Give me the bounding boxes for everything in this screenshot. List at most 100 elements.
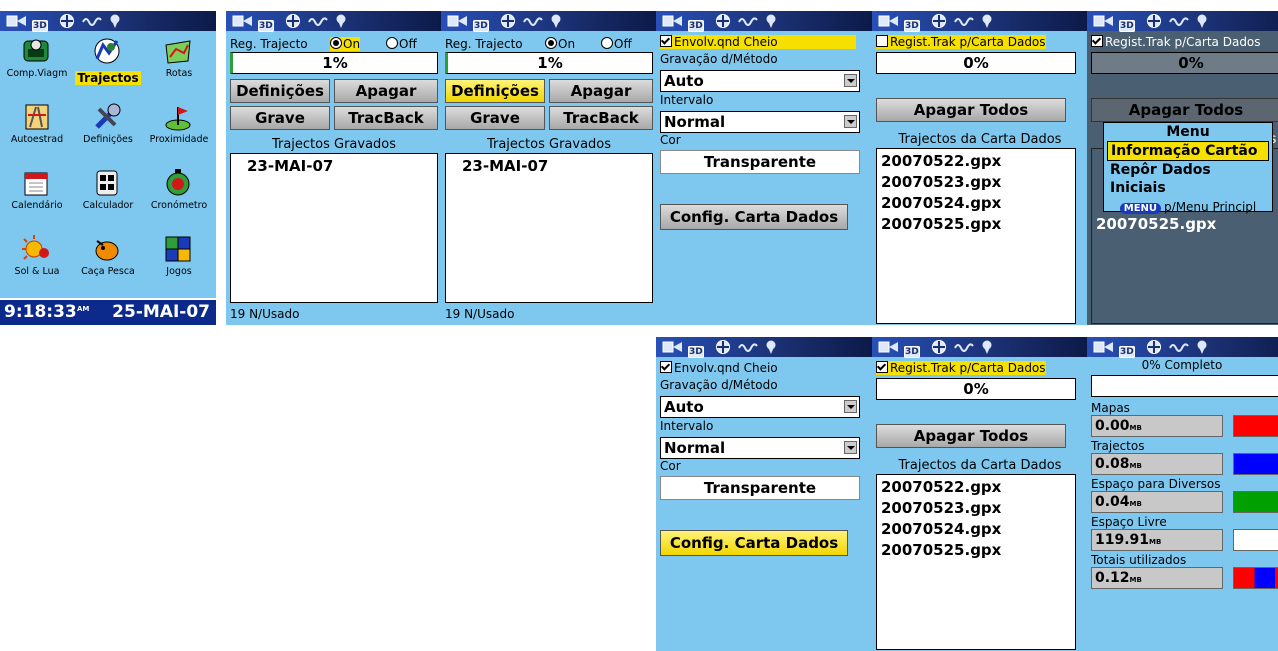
rectangle-arrow-icon[interactable]	[662, 13, 684, 29]
3d-map-icon[interactable]: 3D	[688, 339, 704, 358]
compass-icon[interactable]	[714, 339, 732, 355]
compass-icon[interactable]	[499, 13, 517, 29]
record-method-select[interactable]: Auto	[660, 396, 860, 418]
rectangle-arrow-icon[interactable]	[878, 13, 900, 29]
track-wave-icon[interactable]	[738, 13, 758, 29]
color-field[interactable]: Transparente	[660, 476, 860, 500]
map-pin-icon[interactable]	[764, 339, 778, 355]
track-wave-icon[interactable]	[954, 13, 974, 29]
list-item[interactable]: 20070523.gpx	[877, 498, 1075, 519]
compass-icon[interactable]	[284, 13, 302, 29]
rectangle-arrow-icon[interactable]	[6, 13, 28, 29]
menu-item-routes[interactable]: Rotas	[144, 35, 214, 79]
menu-item-trip-computer[interactable]: Comp.Viagm	[2, 35, 72, 79]
list-item[interactable]: 20070524.gpx	[877, 519, 1075, 540]
menu-item-reset-defaults[interactable]: Repôr Dados Iniciais	[1107, 161, 1269, 197]
track-wave-icon[interactable]	[523, 13, 543, 29]
list-item[interactable]: 23-MAI-07	[231, 156, 437, 177]
track-log-on-option[interactable]: On	[545, 37, 575, 51]
map-pin-icon[interactable]	[980, 339, 994, 355]
interval-select[interactable]: Normal	[660, 437, 860, 459]
rectangle-arrow-icon[interactable]	[1093, 339, 1115, 355]
data-card-setup-button[interactable]: Config. Carta Dados	[660, 530, 848, 556]
save-button[interactable]: Grave	[445, 106, 545, 130]
card-log-option[interactable]: Regist.Trak p/Carta Dados	[876, 361, 1046, 375]
track-wave-icon[interactable]	[82, 13, 102, 29]
list-item[interactable]: 20070522.gpx	[877, 151, 1075, 172]
3d-map-icon[interactable]: 3D	[688, 13, 704, 32]
wrap-when-full-option[interactable]: Envolv.qnd Cheio	[660, 35, 856, 49]
menu-item-proximity[interactable]: Proximidade	[144, 101, 214, 145]
card-tracks-header: Trajectos da Carta Dados	[898, 132, 1062, 147]
3d-map-icon[interactable]: 3D	[1119, 13, 1135, 32]
compass-icon[interactable]	[714, 13, 732, 29]
list-item[interactable]: 20070522.gpx	[877, 477, 1075, 498]
data-card-setup-button[interactable]: Config. Carta Dados	[660, 204, 848, 230]
3d-map-icon[interactable]: 3D	[258, 13, 274, 32]
settings-button[interactable]: Definições	[230, 79, 330, 103]
track-log-off-option[interactable]: Off	[601, 37, 632, 51]
map-pin-icon[interactable]	[108, 13, 122, 29]
list-item[interactable]: 20070524.gpx	[877, 193, 1075, 214]
color-field[interactable]: Transparente	[660, 150, 860, 174]
3d-map-icon[interactable]: 3D	[32, 13, 48, 32]
track-log-on-option[interactable]: On	[330, 37, 361, 51]
compass-icon[interactable]	[1145, 339, 1163, 355]
delete-button[interactable]: Apagar	[334, 79, 438, 103]
rectangle-arrow-icon[interactable]	[878, 339, 900, 355]
list-item[interactable]: 20070523.gpx	[877, 172, 1075, 193]
settings-button[interactable]: Definições	[445, 79, 545, 103]
track-wave-icon[interactable]	[738, 339, 758, 355]
rectangle-arrow-icon[interactable]	[1093, 13, 1115, 29]
record-method-select[interactable]: Auto	[660, 70, 860, 92]
menu-item-calculator[interactable]: Calculador	[73, 167, 143, 211]
list-item[interactable]: 23-MAI-07	[446, 156, 652, 177]
menu-item-highway[interactable]: Autoestrad	[2, 101, 72, 145]
3d-map-icon[interactable]: 3D	[1119, 339, 1135, 358]
delete-all-button[interactable]: Apagar Todos	[876, 424, 1066, 448]
card-log-option[interactable]: Regist.Trak p/Carta Dados	[876, 35, 1046, 49]
delete-button[interactable]: Apagar	[549, 79, 653, 103]
map-pin-icon[interactable]	[764, 13, 778, 29]
list-item[interactable]: 20070525.gpx	[877, 540, 1075, 561]
rectangle-arrow-icon[interactable]	[447, 13, 469, 29]
delete-all-button[interactable]: Apagar Todos	[876, 98, 1066, 122]
menu-item-stopwatch[interactable]: Cronómetro	[144, 167, 214, 211]
list-item[interactable]: 20070525.gpx	[1092, 214, 1278, 235]
track-wave-icon[interactable]	[954, 339, 974, 355]
track-wave-icon[interactable]	[1169, 13, 1189, 29]
track-wave-icon[interactable]	[1169, 339, 1189, 355]
3d-map-icon[interactable]: 3D	[904, 339, 920, 358]
menu-item-calendar[interactable]: Calendário	[2, 167, 72, 211]
menu-item-settings[interactable]: Definições	[73, 101, 143, 145]
compass-icon[interactable]	[1145, 13, 1163, 29]
3d-map-icon[interactable]: 3D	[473, 13, 489, 32]
compass-icon[interactable]	[930, 339, 948, 355]
interval-select[interactable]: Normal	[660, 111, 860, 133]
compass-icon[interactable]	[930, 13, 948, 29]
track-wave-icon[interactable]	[308, 13, 328, 29]
map-pin-icon[interactable]	[1195, 13, 1209, 29]
rectangle-arrow-icon[interactable]	[662, 339, 684, 355]
map-pin-icon[interactable]	[334, 13, 348, 29]
record-method-label: Gravação d/Método	[660, 378, 778, 392]
compass-icon[interactable]	[58, 13, 76, 29]
tracback-button[interactable]: TracBack	[334, 106, 438, 130]
3d-map-icon[interactable]: 3D	[904, 13, 920, 32]
map-pin-icon[interactable]	[1195, 339, 1209, 355]
track-log-off-option[interactable]: Off	[386, 37, 417, 51]
map-pin-icon[interactable]	[980, 13, 994, 29]
list-item[interactable]: 20070525.gpx	[877, 214, 1075, 235]
delete-all-button[interactable]: Apagar Todos	[1091, 98, 1278, 122]
tracback-button[interactable]: TracBack	[549, 106, 653, 130]
menu-item-hunt-fish[interactable]: Caça Pesca	[73, 233, 143, 277]
save-button[interactable]: Grave	[230, 106, 330, 130]
wrap-when-full-option[interactable]: Envolv.qnd Cheio	[660, 361, 856, 375]
menu-item-tracks[interactable]: Trajectos	[73, 35, 143, 86]
card-log-option[interactable]: Regist.Trak p/Carta Dados	[1091, 35, 1261, 49]
menu-item-games[interactable]: Jogos	[144, 233, 214, 277]
menu-item-sun-moon[interactable]: Sol & Lua	[2, 233, 72, 277]
map-pin-icon[interactable]	[549, 13, 563, 29]
rectangle-arrow-icon[interactable]	[232, 13, 254, 29]
menu-item-card-info[interactable]: Informação Cartão	[1107, 141, 1269, 161]
